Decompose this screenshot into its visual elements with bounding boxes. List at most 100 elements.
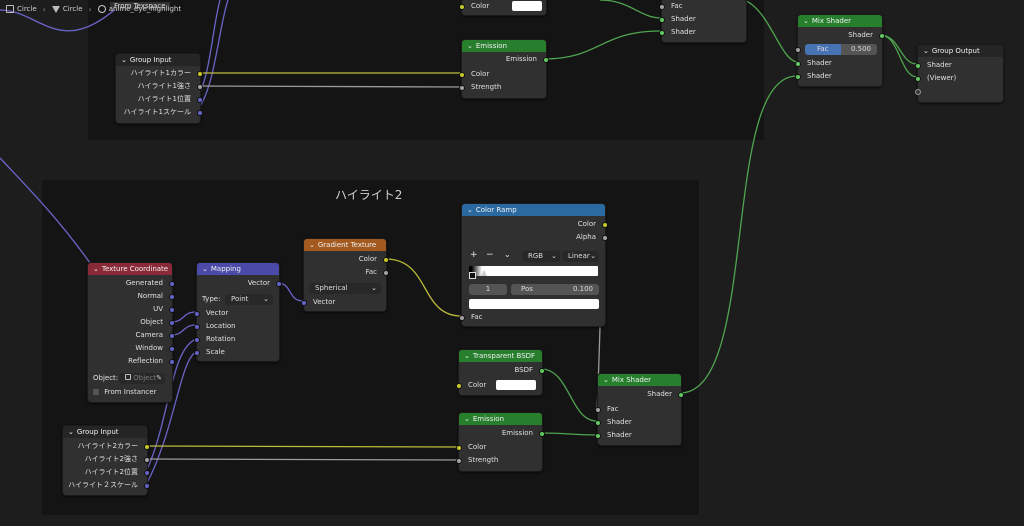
- node-header[interactable]: ⌄ Emission: [459, 413, 542, 425]
- output-socket[interactable]: [144, 469, 150, 476]
- eyedropper-icon[interactable]: ✎: [156, 373, 162, 384]
- top-mix-shader[interactable]: ⌄ Mix Shader Shader Fac 0.500 Shader Shad…: [795, 14, 885, 87]
- stop-index-field[interactable]: 1: [469, 284, 507, 295]
- output-socket[interactable]: [197, 109, 203, 116]
- top-group-input[interactable]: ⌄ Group Input ハイライト1カラー ハイライト1強さ ハイライト1位置…: [115, 53, 203, 124]
- fac-socket[interactable]: [795, 47, 801, 53]
- output-socket[interactable]: [169, 332, 175, 339]
- node-header[interactable]: ⌄ Mix Shader: [798, 15, 882, 27]
- input-socket[interactable]: [459, 84, 465, 91]
- ramp-mode-dropdown[interactable]: RGB ⌄: [522, 251, 560, 262]
- top-color-node[interactable]: Color: [459, 0, 547, 16]
- input-socket[interactable]: [194, 349, 200, 356]
- output-socket[interactable]: [169, 358, 175, 365]
- node-header[interactable]: ⌄ Mapping: [197, 263, 279, 275]
- bottom-emission[interactable]: ⌄ Emission Emission Color Strength: [456, 412, 545, 472]
- output-socket[interactable]: [169, 319, 175, 326]
- node-header[interactable]: ⌄ Group Output: [918, 45, 1003, 57]
- output-socket[interactable]: [539, 430, 545, 437]
- shader-socket[interactable]: [659, 29, 665, 36]
- input-socket[interactable]: [456, 444, 462, 451]
- fac-slider[interactable]: Fac 0.500: [805, 44, 877, 55]
- node-header[interactable]: ⌄ Transparent BSDF: [459, 350, 542, 362]
- output-socket[interactable]: [197, 96, 203, 103]
- stop-color-swatch[interactable]: [469, 299, 599, 309]
- output-socket[interactable]: [879, 32, 885, 39]
- shader-socket[interactable]: [659, 16, 665, 23]
- object-picker[interactable]: Object ✎: [119, 373, 165, 384]
- node-header[interactable]: ⌄ Group Input: [63, 426, 147, 438]
- input-socket[interactable]: [595, 432, 601, 439]
- breadcrumb-object[interactable]: Circle: [6, 5, 37, 13]
- output-socket[interactable]: [169, 280, 175, 287]
- input-socket[interactable]: [915, 75, 921, 82]
- transparent-bsdf-node[interactable]: ⌄ Transparent BSDF BSDF Color: [456, 349, 545, 396]
- node-header[interactable]: ⌄ Emission: [462, 40, 546, 52]
- output-socket[interactable]: [602, 234, 608, 241]
- color-swatch[interactable]: [496, 380, 536, 390]
- ramp-interp-dropdown[interactable]: Linear ⌄: [562, 251, 599, 262]
- output-socket[interactable]: [678, 391, 684, 398]
- input-socket[interactable]: [459, 314, 465, 321]
- gradient-texture-node[interactable]: ⌄ Gradient Texture Color Fac Spherical ⌄ …: [301, 238, 389, 312]
- output-socket[interactable]: [197, 83, 203, 90]
- ramp-stop-black[interactable]: [469, 272, 476, 279]
- input-socket[interactable]: [194, 336, 200, 343]
- input-socket[interactable]: [194, 310, 200, 317]
- texture-coordinate-node[interactable]: ⌄ Texture Coordinate Generated Normal UV …: [87, 262, 175, 403]
- node-header[interactable]: ⌄ Mix Shader: [598, 374, 681, 386]
- input-socket[interactable]: [194, 323, 200, 330]
- input-socket[interactable]: [595, 419, 601, 426]
- input-socket[interactable]: [795, 60, 801, 67]
- output-socket[interactable]: [197, 70, 203, 77]
- node-header[interactable]: ⌄ Group Input: [116, 54, 200, 66]
- group-output[interactable]: ⌄ Group Output Shader (Viewer): [915, 44, 1004, 103]
- output-socket[interactable]: [383, 256, 389, 263]
- input-socket[interactable]: [795, 73, 801, 80]
- top-mix-partial[interactable]: Fac Shader Shader: [659, 0, 747, 43]
- link-mix-out2: [879, 34, 918, 78]
- output-socket[interactable]: [169, 306, 175, 313]
- mapping-node[interactable]: ⌄ Mapping Vector Type: Point ⌄ Vector Loc…: [194, 262, 282, 362]
- remove-stop-button[interactable]: −: [486, 250, 494, 260]
- input-socket[interactable]: [456, 457, 462, 464]
- add-stop-button[interactable]: +: [470, 250, 478, 260]
- mapping-type-dropdown[interactable]: Point ⌄: [225, 294, 273, 305]
- node-header[interactable]: ⌄ Gradient Texture: [304, 239, 386, 251]
- breadcrumb-mesh[interactable]: Circle: [51, 5, 83, 13]
- top-emission[interactable]: ⌄ Emission Emission Color Strength: [459, 39, 549, 99]
- output-socket[interactable]: [276, 280, 282, 287]
- node-header[interactable]: ⌄ Color Ramp: [462, 204, 605, 216]
- output-socket[interactable]: [543, 56, 549, 63]
- output-socket[interactable]: [539, 367, 545, 374]
- output-socket[interactable]: [169, 293, 175, 300]
- empty-socket[interactable]: [915, 88, 921, 95]
- chevron-down-icon: ⌄: [464, 415, 470, 423]
- output-socket[interactable]: [383, 269, 389, 276]
- output-socket[interactable]: [169, 345, 175, 352]
- output-socket[interactable]: [144, 482, 150, 489]
- color-swatch[interactable]: [512, 1, 542, 11]
- input-socket[interactable]: [595, 406, 601, 413]
- fac-socket[interactable]: [659, 3, 665, 10]
- ramp-stop-white[interactable]: [481, 270, 487, 276]
- color-socket[interactable]: [459, 3, 465, 10]
- output-socket[interactable]: [144, 456, 150, 463]
- output-socket[interactable]: [144, 443, 150, 450]
- stop-pos-field[interactable]: Pos 0.100: [511, 284, 599, 295]
- output-socket[interactable]: [602, 221, 608, 228]
- chevron-down-icon: ⌄: [590, 252, 596, 260]
- input-socket[interactable]: [459, 71, 465, 78]
- input-socket[interactable]: [456, 382, 462, 389]
- input-socket[interactable]: [915, 62, 921, 69]
- gradient-type-dropdown[interactable]: Spherical ⌄: [309, 283, 381, 294]
- input-socket[interactable]: [301, 299, 307, 306]
- breadcrumb-material[interactable]: anime_eye_highlight: [97, 5, 181, 13]
- node-header[interactable]: ⌄ Texture Coordinate: [88, 263, 172, 275]
- color-ramp-node[interactable]: ⌄ Color Ramp Color Alpha + − ⌄ RGB ⌄ Line…: [459, 203, 608, 327]
- color-ramp-bar[interactable]: [469, 266, 598, 276]
- from-instancer-checkbox[interactable]: [93, 389, 99, 395]
- bottom-group-input[interactable]: ⌄ Group Input ハイライト2カラー ハイライト2強さ ハイライト2位置…: [62, 425, 150, 496]
- ramp-menu-icon[interactable]: ⌄: [504, 250, 511, 259]
- bottom-mix-shader[interactable]: ⌄ Mix Shader Shader Fac Shader Shader: [595, 373, 684, 446]
